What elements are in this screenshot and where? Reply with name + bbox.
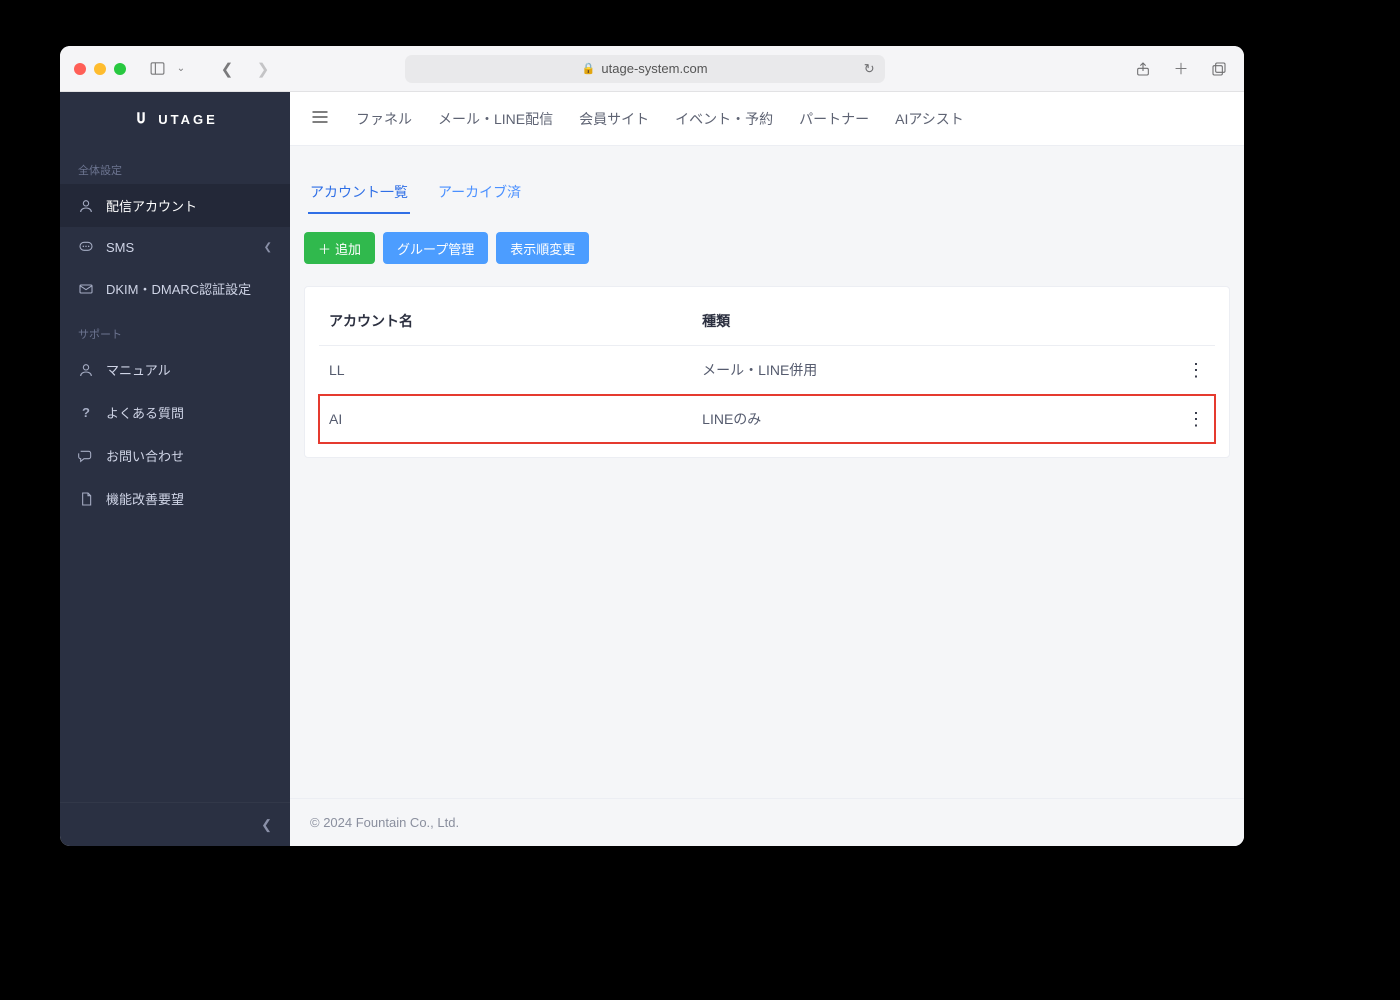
document-icon [78,491,94,507]
brand-logo-icon [132,110,150,128]
cell-name: AI [319,395,692,444]
sidebar-item-label: DKIM・DMARC認証設定 [106,279,251,298]
cell-type: LINEのみ [692,395,1177,444]
cell-name: LL [319,346,692,395]
add-button-label: 追加 [335,239,361,258]
url-host: utage-system.com [601,61,707,76]
row-menu-icon[interactable] [1187,412,1205,428]
lock-icon: 🔒 [582,62,596,75]
row-menu-icon[interactable] [1187,363,1205,379]
action-buttons: ＋ 追加 グループ管理 表示順変更 [304,232,1230,264]
hamburger-icon[interactable] [310,107,330,130]
brand[interactable]: UTAGE [60,92,290,146]
sidebar: UTAGE 全体設定 配信アカウント SMS ❮ DKIM・DMARC認証設定 … [60,92,290,846]
window-controls [74,63,126,75]
browser-titlebar: ⌄ ❮ ❯ 🔒 utage-system.com ↻ ＋ [60,46,1244,92]
sidebar-item-label: よくある質問 [106,403,184,422]
plus-icon: ＋ [318,239,331,258]
sms-icon [78,239,94,255]
chevron-left-icon: ❮ [264,242,272,253]
sidebar-item-faq[interactable]: ? よくある質問 [60,391,290,434]
brand-name: UTAGE [158,112,218,127]
close-window-button[interactable] [74,63,86,75]
sidebar-item-label: 機能改善要望 [106,489,184,508]
new-tab-icon[interactable]: ＋ [1170,58,1192,80]
chevron-down-icon[interactable]: ⌄ [170,58,192,80]
col-header-type: 種類 [692,297,1177,346]
sidebar-section-settings: 全体設定 [60,146,290,184]
user-icon [78,198,94,214]
app-root: UTAGE 全体設定 配信アカウント SMS ❮ DKIM・DMARC認証設定 … [60,92,1244,846]
cell-type: メール・LINE併用 [692,346,1177,395]
table-row[interactable]: LL メール・LINE併用 [319,346,1215,395]
accounts-table: アカウント名 種類 LL メール・LINE併用 [319,297,1215,443]
sidebar-collapse-button[interactable]: ❮ [60,802,290,846]
footer: © 2024 Fountain Co., Ltd. [290,798,1244,846]
sidebar-item-feedback[interactable]: 機能改善要望 [60,477,290,520]
sidebar-toggle-icon[interactable] [146,58,168,80]
user-icon [78,362,94,378]
sidebar-item-dkim[interactable]: DKIM・DMARC認証設定 [60,267,290,310]
add-button[interactable]: ＋ 追加 [304,232,375,264]
forward-button[interactable]: ❯ [252,58,274,80]
sidebar-item-label: 配信アカウント [106,196,197,215]
col-header-name: アカウント名 [319,297,692,346]
sidebar-item-label: お問い合わせ [106,446,184,465]
fullscreen-window-button[interactable] [114,63,126,75]
sidebar-item-sms[interactable]: SMS ❮ [60,227,290,267]
reorder-button[interactable]: 表示順変更 [496,232,589,264]
sidebar-item-contact[interactable]: お問い合わせ [60,434,290,477]
sub-tabs: アカウント一覧 アーカイブ済 [304,176,1230,214]
tabs-overview-icon[interactable] [1208,58,1230,80]
sidebar-item-manual[interactable]: マニュアル [60,348,290,391]
topnav-event[interactable]: イベント・予約 [675,109,773,129]
sidebar-item-label: マニュアル [106,360,171,379]
chevron-left-icon: ❮ [261,817,272,833]
share-icon[interactable] [1132,58,1154,80]
copyright: © 2024 Fountain Co., Ltd. [310,815,459,830]
topnav-partner[interactable]: パートナー [799,109,869,129]
sidebar-section-support: サポート [60,310,290,348]
group-manage-button[interactable]: グループ管理 [383,232,488,264]
table-row[interactable]: AI LINEのみ [319,395,1215,444]
accounts-panel: アカウント名 種類 LL メール・LINE併用 [304,286,1230,458]
sidebar-item-delivery-account[interactable]: 配信アカウント [60,184,290,227]
reload-icon[interactable]: ↻ [864,61,875,77]
tab-archived[interactable]: アーカイブ済 [436,176,523,214]
top-nav: ファネル メール・LINE配信 会員サイト イベント・予約 パートナー AIアシ… [290,92,1244,146]
topnav-ai[interactable]: AIアシスト [895,109,964,129]
browser-window: ⌄ ❮ ❯ 🔒 utage-system.com ↻ ＋ UTAGE [60,46,1244,846]
topnav-member[interactable]: 会員サイト [579,109,649,129]
tab-account-list[interactable]: アカウント一覧 [308,176,410,214]
minimize-window-button[interactable] [94,63,106,75]
content: アカウント一覧 アーカイブ済 ＋ 追加 グループ管理 表示順変更 [290,146,1244,798]
topnav-funnel[interactable]: ファネル [356,109,412,129]
main-area: ファネル メール・LINE配信 会員サイト イベント・予約 パートナー AIアシ… [290,92,1244,846]
back-button[interactable]: ❮ [216,58,238,80]
sidebar-item-label: SMS [106,240,134,255]
chat-icon [78,448,94,464]
mail-icon [78,281,94,297]
topnav-mail-line[interactable]: メール・LINE配信 [438,109,553,129]
question-icon: ? [78,405,94,421]
address-bar[interactable]: 🔒 utage-system.com ↻ [405,55,885,83]
